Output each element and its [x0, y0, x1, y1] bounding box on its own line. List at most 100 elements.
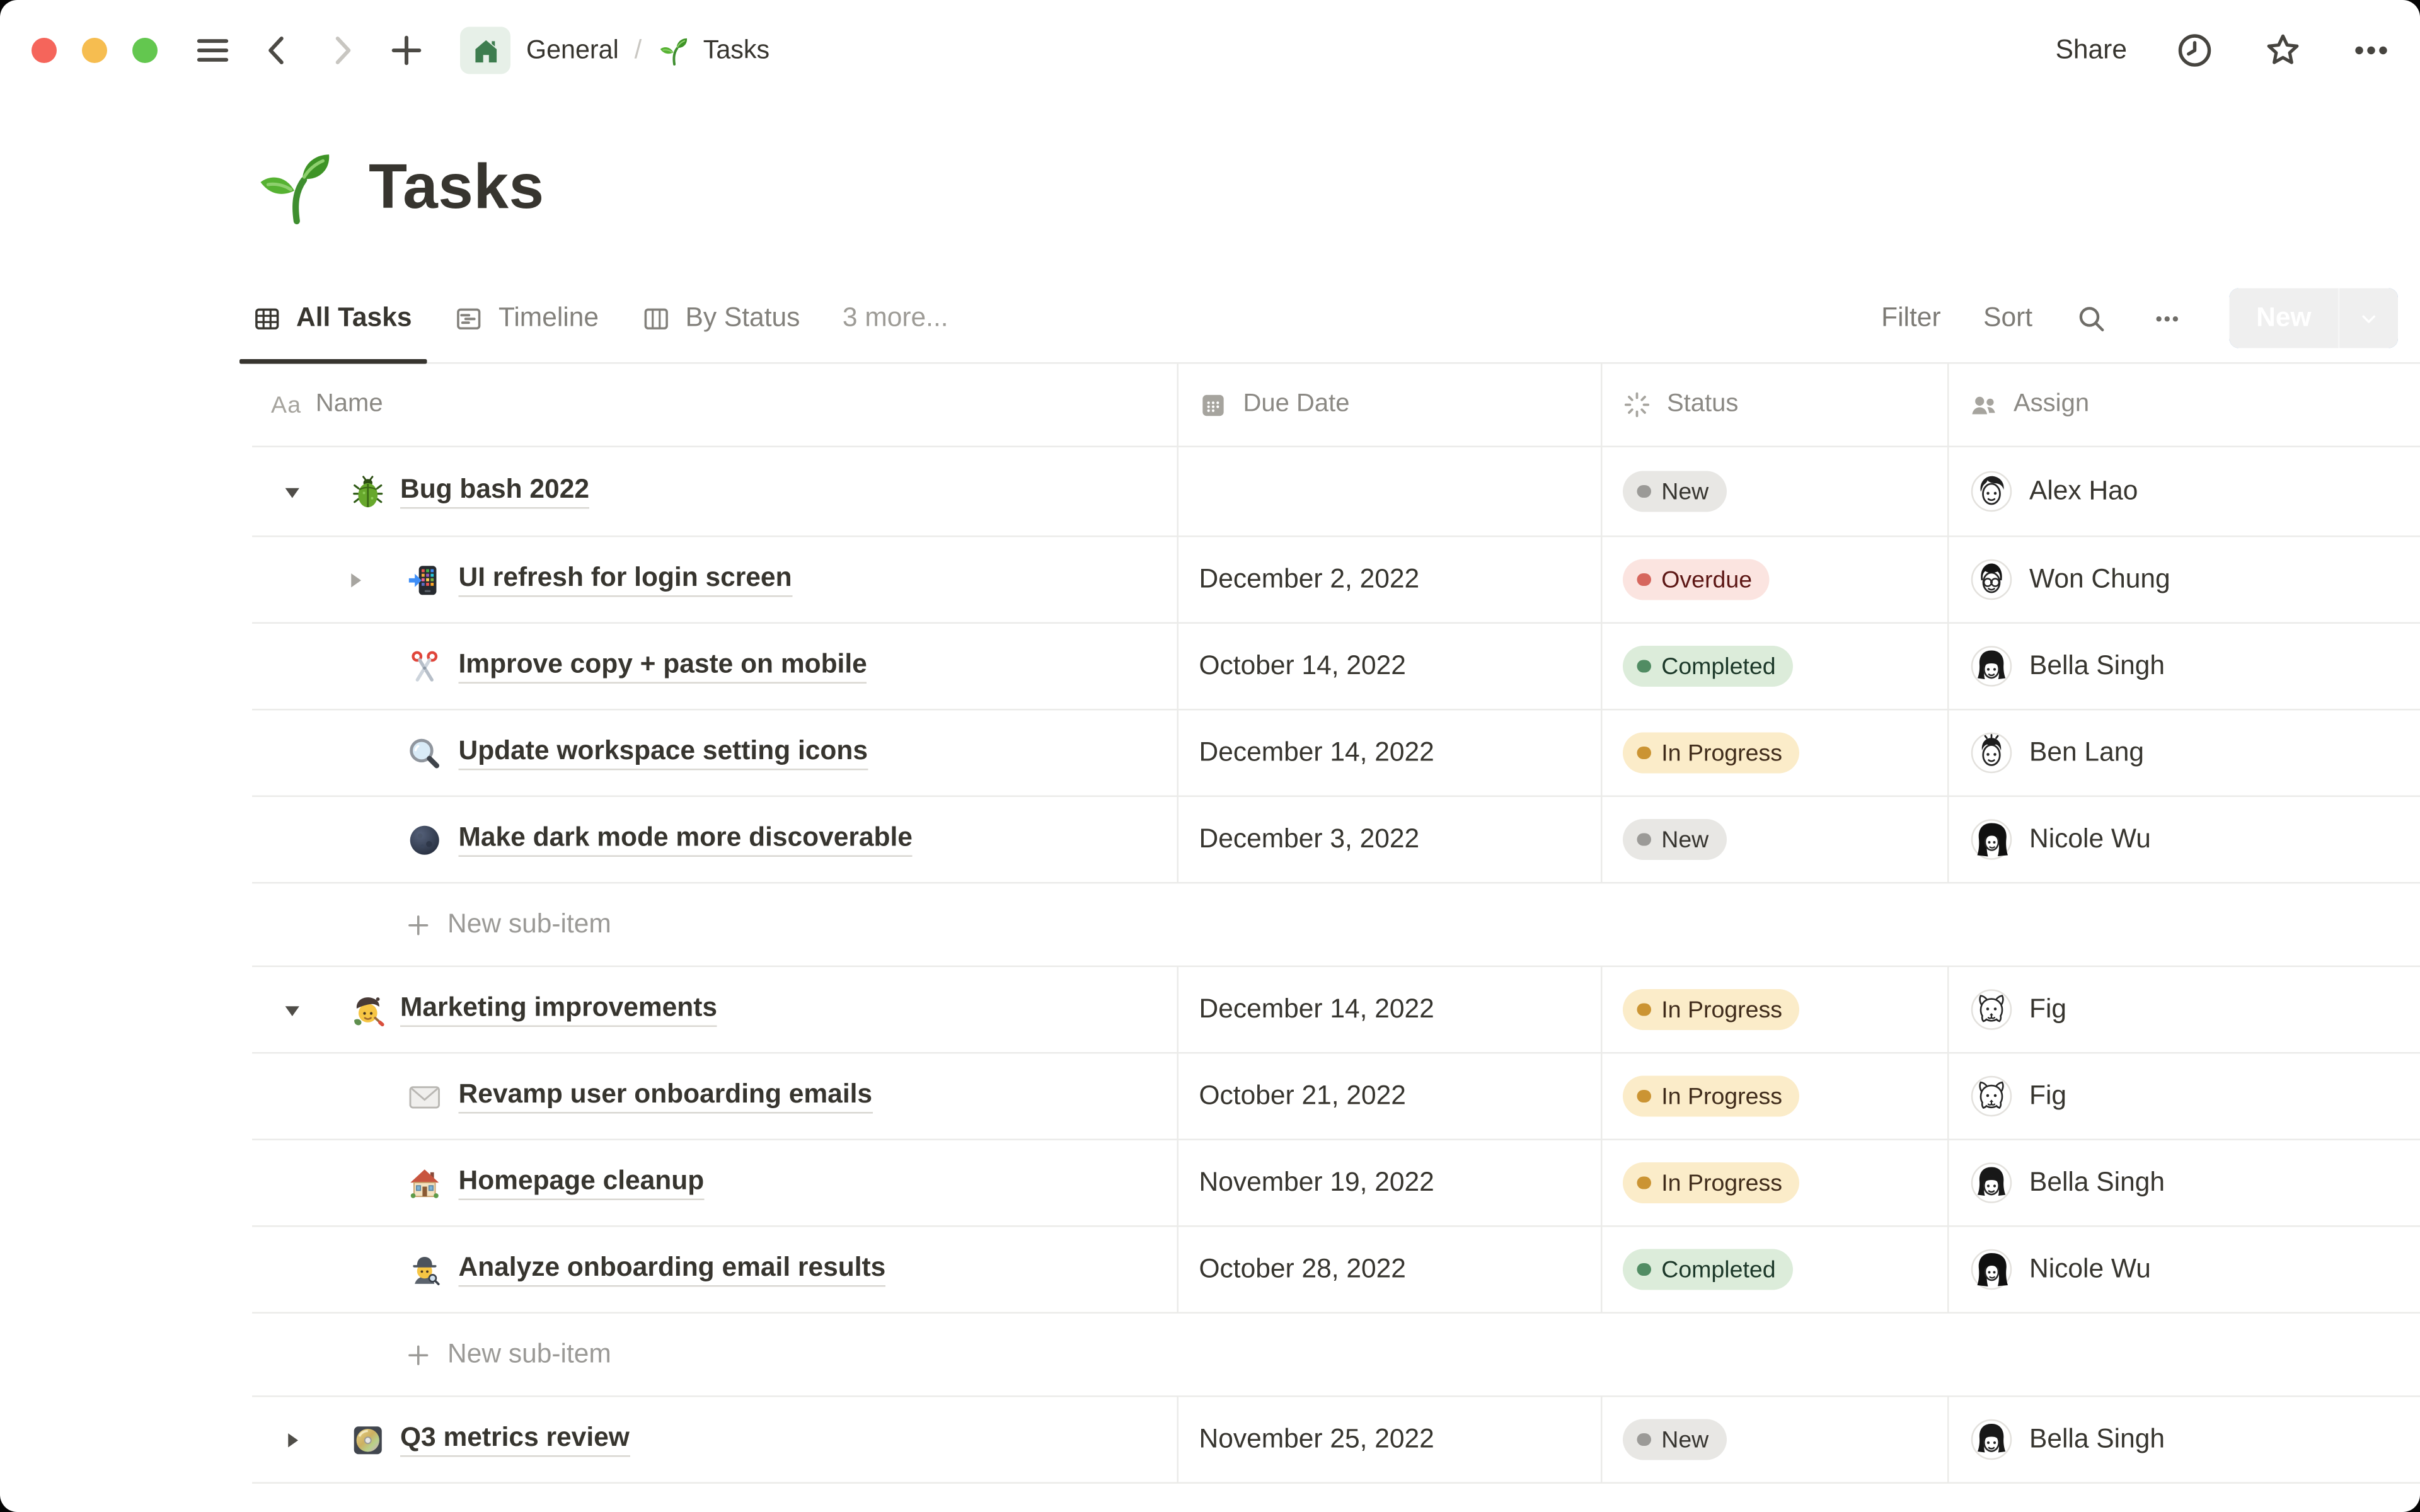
new-dropdown-button[interactable] — [2338, 288, 2398, 348]
column-header-due-date[interactable]: Due Date — [1178, 364, 1603, 446]
zoom-window-button[interactable] — [132, 38, 158, 63]
due-date-cell[interactable]: October 28, 2022 — [1178, 1227, 1603, 1312]
page-title[interactable]: Tasks — [369, 152, 544, 223]
status-cell[interactable]: Completed — [1603, 1227, 1949, 1312]
status-cell[interactable]: Overdue — [1603, 537, 1949, 622]
tab-timeline[interactable]: Timeline — [454, 274, 599, 362]
task-name-link[interactable]: Q3 metrics review — [400, 1423, 630, 1457]
more-options-icon[interactable] — [2351, 30, 2392, 71]
task-name-link[interactable]: Improve copy + paste on mobile — [458, 649, 867, 684]
status-cell[interactable]: In Progress — [1603, 967, 1949, 1052]
task-name-link[interactable]: Homepage cleanup — [458, 1166, 705, 1200]
breadcrumb-page[interactable]: Tasks — [703, 35, 769, 66]
task-name-link[interactable]: Bug bash 2022 — [400, 474, 589, 509]
status-pill[interactable]: New — [1623, 1419, 1726, 1460]
due-date-cell[interactable]: December 14, 2022 — [1178, 967, 1603, 1052]
due-date-cell[interactable]: November 19, 2022 — [1178, 1140, 1603, 1225]
name-cell[interactable]: Analyze onboarding email results — [252, 1227, 1178, 1312]
task-name-link[interactable]: Revamp user onboarding emails — [458, 1079, 873, 1114]
task-name-link[interactable]: UI refresh for login screen — [458, 563, 792, 597]
status-cell[interactable]: In Progress — [1603, 1053, 1949, 1139]
due-date-cell[interactable]: December 3, 2022 — [1178, 797, 1603, 882]
status-cell[interactable]: In Progress — [1603, 710, 1949, 796]
expand-toggle-icon[interactable] — [274, 1423, 309, 1457]
status-pill[interactable]: New — [1623, 471, 1726, 512]
tab-by-status[interactable]: By Status — [642, 274, 800, 362]
new-sub-item-row[interactable]: New sub-item — [252, 884, 2420, 967]
back-icon[interactable] — [257, 30, 298, 71]
due-date-cell[interactable]: December 14, 2022 — [1178, 710, 1603, 796]
status-cell[interactable]: New — [1603, 1397, 1949, 1482]
name-cell[interactable]: Marketing improvements — [252, 967, 1178, 1052]
new-sub-item-row[interactable]: New sub-item — [252, 1314, 2420, 1397]
view-more-options-icon[interactable] — [2151, 302, 2184, 335]
sort-button[interactable]: Sort — [1983, 302, 2032, 334]
assign-cell[interactable]: Bella Singh — [1949, 1140, 2420, 1225]
name-cell[interactable]: Update workspace setting icons — [252, 710, 1178, 796]
task-name-link[interactable]: Update workspace setting icons — [458, 736, 868, 770]
status-cell[interactable]: Completed — [1603, 624, 1949, 709]
name-cell[interactable]: Improve copy + paste on mobile — [252, 624, 1178, 709]
due-date-cell[interactable]: October 21, 2022 — [1178, 1053, 1603, 1139]
assign-cell[interactable]: Fig — [1949, 1054, 2420, 1139]
favorite-star-icon[interactable] — [2262, 30, 2303, 71]
assign-cell[interactable]: Nicole Wu — [1949, 1227, 2420, 1312]
updates-clock-icon[interactable] — [2174, 30, 2215, 71]
task-name-link[interactable]: Marketing improvements — [400, 992, 718, 1027]
name-cell[interactable]: Bug bash 2022 — [252, 447, 1178, 536]
status-cell[interactable]: New — [1603, 797, 1949, 882]
new-sub-item-button[interactable]: New sub-item — [252, 884, 2420, 966]
name-cell[interactable]: Q3 metrics review — [252, 1397, 1178, 1482]
assign-cell[interactable]: Fig — [1949, 967, 2420, 1052]
page-emoji-seedling-icon[interactable] — [252, 145, 337, 230]
status-pill[interactable]: In Progress — [1623, 989, 1800, 1030]
task-name-link[interactable]: Make dark mode more discoverable — [458, 822, 913, 857]
status-cell[interactable]: New — [1603, 447, 1949, 536]
name-cell[interactable]: Make dark mode more discoverable — [252, 797, 1178, 882]
task-name-link[interactable]: Analyze onboarding email results — [458, 1252, 886, 1287]
assign-cell[interactable]: Nicole Wu — [1949, 797, 2420, 882]
assign-cell[interactable]: Alex Hao — [1949, 447, 2420, 536]
assign-cell[interactable]: Won Chung — [1949, 537, 2420, 622]
forward-icon[interactable] — [321, 30, 362, 71]
name-cell[interactable]: Homepage cleanup — [252, 1140, 1178, 1225]
close-window-button[interactable] — [32, 38, 57, 63]
status-pill[interactable]: Completed — [1623, 1249, 1794, 1290]
sidebar-menu-icon[interactable] — [192, 30, 233, 71]
status-cell[interactable]: In Progress — [1603, 1140, 1949, 1225]
assign-cell[interactable]: Ben Lang — [1949, 711, 2420, 796]
status-pill[interactable]: New — [1623, 819, 1726, 860]
collapse-toggle-icon[interactable] — [274, 992, 309, 1027]
share-button[interactable]: Share — [2056, 35, 2127, 66]
name-cell[interactable]: UI refresh for login screen — [252, 537, 1178, 622]
status-pill[interactable]: In Progress — [1623, 732, 1800, 774]
assign-cell[interactable]: Bella Singh — [1949, 624, 2420, 709]
due-date-cell[interactable]: October 14, 2022 — [1178, 624, 1603, 709]
due-date-cell[interactable] — [1178, 447, 1603, 536]
due-date-cell[interactable]: December 2, 2022 — [1178, 537, 1603, 622]
minimize-window-button[interactable] — [82, 38, 107, 63]
status-pill[interactable]: In Progress — [1623, 1075, 1800, 1117]
column-header-status[interactable]: Status — [1603, 364, 1949, 446]
due-date-value: December 2, 2022 — [1199, 564, 1420, 594]
name-cell[interactable]: Revamp user onboarding emails — [252, 1053, 1178, 1139]
home-icon[interactable] — [460, 26, 510, 74]
new-button[interactable]: New — [2229, 288, 2338, 348]
column-header-name[interactable]: Aa Name — [252, 364, 1178, 446]
breadcrumb-workspace[interactable]: General — [526, 35, 619, 66]
more-views-button[interactable]: 3 more... — [843, 302, 948, 334]
column-header-assign[interactable]: Assign — [1949, 364, 2420, 446]
due-date-cell[interactable]: November 25, 2022 — [1178, 1397, 1603, 1482]
status-pill[interactable]: Completed — [1623, 646, 1794, 687]
status-pill[interactable]: Overdue — [1623, 559, 1770, 600]
tab-all-tasks[interactable]: All Tasks — [239, 274, 429, 364]
filter-button[interactable]: Filter — [1881, 302, 1940, 334]
new-page-icon[interactable] — [386, 30, 427, 71]
status-pill[interactable]: In Progress — [1623, 1162, 1800, 1203]
collapse-toggle-icon[interactable] — [274, 474, 309, 509]
search-icon[interactable] — [2075, 302, 2109, 335]
expand-toggle-icon[interactable] — [337, 563, 372, 597]
assign-cell[interactable]: Bella Singh — [1949, 1397, 2420, 1482]
status-label: In Progress — [1661, 1082, 1783, 1110]
new-sub-item-button[interactable]: New sub-item — [252, 1314, 2420, 1395]
